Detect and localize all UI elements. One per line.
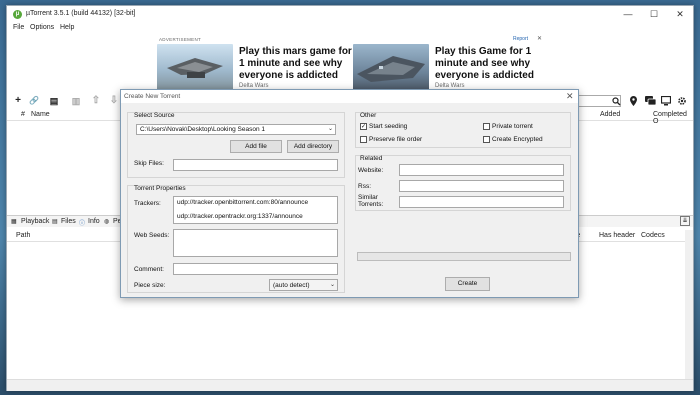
other-label: Other: [360, 112, 377, 119]
website-label: Website:: [358, 167, 384, 174]
piece-size-dropdown[interactable]: (auto detect) ⌄: [269, 279, 338, 291]
menu-bar: File Options Help: [7, 23, 693, 34]
add-link-button[interactable]: 🔗: [27, 94, 41, 108]
advertisement-label: ADVERTISEMENT: [159, 37, 202, 42]
column-completed-on[interactable]: Completed O: [653, 111, 693, 125]
window-title: µTorrent 3.5.1 (build 44132) [32-bit]: [26, 10, 136, 17]
chat-icon[interactable]: [645, 96, 656, 106]
info-icon: ⓘ: [79, 221, 86, 227]
dialog-title-bar: Create New Torrent ✕: [121, 90, 578, 103]
ad-headline-1[interactable]: Play this mars game for 1 minute and see…: [239, 46, 359, 82]
peers-icon: ◍: [104, 219, 110, 225]
select-source-label: Select Source: [134, 112, 175, 119]
tracker-line-2: udp://tracker.opentrackr.org:1337/announ…: [177, 213, 303, 220]
search-icon: [612, 97, 621, 106]
start-seeding-checkbox[interactable]: ✓: [360, 123, 367, 130]
chevron-down-icon: ⌄: [327, 126, 333, 132]
web-seeds-label: Web Seeds:: [134, 232, 170, 239]
column-number[interactable]: #: [21, 111, 25, 118]
tab-files[interactable]: Files: [61, 218, 76, 225]
tab-playback[interactable]: Playback: [21, 218, 49, 225]
rss-input[interactable]: [399, 180, 564, 192]
source-path-value: C:\Users\Novak\Desktop\Looking Season 1: [140, 126, 266, 133]
column-path[interactable]: Path: [16, 232, 30, 239]
start-seeding-label: Start seeding: [369, 123, 408, 130]
dialog-title: Create New Torrent: [124, 93, 181, 100]
torrent-properties-group: Torrent Properties Trackers: udp://track…: [127, 185, 345, 293]
maximize-button[interactable]: ☐: [643, 8, 665, 21]
ad-image-battle-ship[interactable]: [353, 44, 429, 92]
create-torrent-dialog: Create New Torrent ✕ Select Source C:\Us…: [120, 89, 579, 298]
menu-options[interactable]: Options: [30, 24, 54, 31]
gear-icon[interactable]: [677, 96, 687, 106]
progress-bar: [357, 252, 571, 261]
comment-input[interactable]: [173, 263, 338, 275]
trackers-textarea[interactable]: udp://tracker.openbittorrent.com:80/anno…: [173, 196, 338, 224]
private-torrent-label: Private torrent: [492, 123, 533, 130]
comment-label: Comment:: [134, 266, 164, 273]
other-options-group: Other ✓ Start seeding Private torrent Pr…: [355, 112, 571, 148]
create-encrypted-checkbox[interactable]: [483, 136, 490, 143]
tab-info[interactable]: Info: [88, 218, 100, 225]
preserve-file-order-checkbox[interactable]: [360, 136, 367, 143]
close-button[interactable]: ✕: [669, 8, 691, 21]
ad-image-spaceship[interactable]: [157, 44, 233, 92]
create-encrypted-label: Create Encrypted: [492, 136, 543, 143]
create-torrent-button[interactable]: ▤: [47, 94, 61, 108]
dialog-close-button[interactable]: ✕: [566, 91, 574, 102]
menu-help[interactable]: Help: [60, 24, 74, 31]
piece-size-label: Piece size:: [134, 282, 166, 289]
preserve-file-order-label: Preserve file order: [369, 136, 423, 143]
add-directory-button[interactable]: Add directory: [287, 140, 339, 153]
private-torrent-checkbox[interactable]: [483, 123, 490, 130]
piece-size-value: (auto detect): [273, 282, 310, 289]
ad-close-icon[interactable]: ✕: [537, 35, 542, 42]
related-label: Related: [360, 155, 383, 162]
column-added[interactable]: Added: [600, 111, 620, 118]
website-input[interactable]: [399, 164, 564, 176]
status-bar: [7, 379, 693, 391]
similar-torrents-label: Similar Torrents:: [358, 194, 384, 208]
minimize-button[interactable]: —: [617, 8, 639, 21]
torrent-properties-label: Torrent Properties: [134, 185, 186, 192]
utorrent-logo-icon: µ: [13, 10, 22, 19]
select-source-group: Select Source C:\Users\Novak\Desktop\Loo…: [127, 112, 345, 178]
add-torrent-button[interactable]: +: [11, 94, 25, 108]
ad-headline-2[interactable]: Play this Game for 1 minute and see why …: [435, 46, 555, 82]
related-group: Related Website: Rss: Similar Torrents:: [355, 155, 571, 211]
tracker-line-1: udp://tracker.openbittorrent.com:80/anno…: [177, 199, 309, 206]
location-pin-icon[interactable]: [629, 96, 638, 106]
ad-report-link[interactable]: Report: [513, 36, 528, 42]
vertical-scrollbar[interactable]: [685, 230, 693, 380]
column-name[interactable]: Name: [31, 111, 50, 118]
source-path-dropdown[interactable]: C:\Users\Novak\Desktop\Looking Season 1 …: [136, 124, 336, 135]
monitor-icon[interactable]: [661, 96, 671, 106]
chevron-down-icon: ⌄: [329, 282, 335, 288]
column-has-header[interactable]: Has header: [599, 232, 635, 239]
add-file-button[interactable]: Add file: [230, 140, 282, 153]
create-button[interactable]: Create: [445, 277, 490, 291]
files-icon: ▤: [52, 219, 58, 225]
rss-label: Rss:: [358, 183, 371, 190]
move-down-button[interactable]: ⇩: [107, 94, 121, 108]
web-seeds-textarea[interactable]: [173, 229, 338, 257]
trackers-label: Trackers:: [134, 200, 161, 207]
advertisement-banner[interactable]: ADVERTISEMENT Play this mars game for 1 …: [157, 35, 545, 93]
collapse-panel-icon[interactable]: ⇊: [680, 216, 690, 226]
menu-file[interactable]: File: [13, 24, 24, 31]
move-up-button[interactable]: ⇧: [89, 94, 103, 108]
title-bar: µ µTorrent 3.5.1 (build 44132) [32-bit] …: [7, 6, 693, 22]
similar-torrents-input[interactable]: [399, 196, 564, 208]
remove-torrent-button[interactable]: ▥: [69, 94, 83, 108]
skip-files-label: Skip Files:: [134, 160, 164, 167]
skip-files-input[interactable]: [173, 159, 338, 171]
column-codecs[interactable]: Codecs: [641, 232, 665, 239]
playback-icon: ▦: [11, 219, 17, 225]
